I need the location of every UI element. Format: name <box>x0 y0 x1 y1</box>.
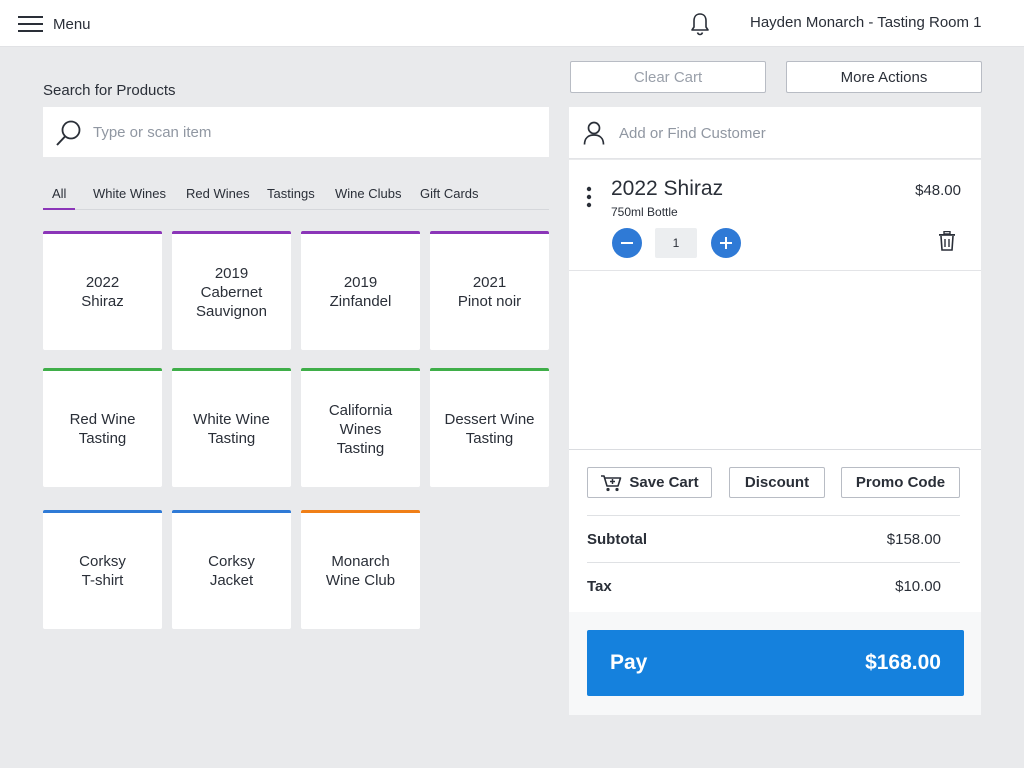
save-cart-button[interactable]: Save Cart <box>587 467 712 498</box>
bell-icon[interactable] <box>689 12 711 36</box>
tax-value: $10.00 <box>895 578 941 595</box>
decrease-quantity-button[interactable] <box>612 228 642 258</box>
increase-quantity-button[interactable] <box>711 228 741 258</box>
quantity-value[interactable]: 1 <box>655 228 697 258</box>
product-tile[interactable]: 2019 Cabernet Sauvignon <box>172 231 291 350</box>
pay-label: Pay <box>610 651 648 674</box>
customer-search <box>569 107 981 159</box>
subtotal-value: $158.00 <box>886 531 941 548</box>
product-tile[interactable]: Red Wine Tasting <box>43 368 162 487</box>
more-options-icon[interactable] <box>586 186 592 208</box>
product-tile[interactable]: Monarch Wine Club <box>301 510 420 629</box>
trash-icon[interactable] <box>938 231 956 251</box>
product-tile-label: White Wine Tasting <box>193 411 270 447</box>
plus-icon <box>720 237 732 249</box>
pay-amount: $168.00 <box>865 651 941 674</box>
product-tile[interactable]: White Wine Tasting <box>172 368 291 487</box>
product-tile-label: 2022 Shiraz <box>81 274 124 310</box>
product-tile-label: 2019 Zinfandel <box>329 274 392 310</box>
menu-label: Menu <box>53 15 91 33</box>
cart-item-name: 2022 Shiraz <box>611 177 724 200</box>
promo-code-button[interactable]: Promo Code <box>841 467 960 498</box>
hamburger-icon <box>18 16 43 32</box>
menu-button[interactable]: Menu <box>18 12 91 36</box>
category-tabs: All White Wines Red Wines Tastings Wine … <box>43 186 549 210</box>
search-icon <box>56 120 81 146</box>
product-tile-label: 2021 Pinot noir <box>457 274 522 310</box>
cart-summary: Save Cart Discount Promo Code Subtotal $… <box>569 450 981 612</box>
product-tile-label: Monarch Wine Club <box>325 553 396 589</box>
tab-wine-clubs[interactable]: Wine Clubs <box>335 186 401 210</box>
tab-all[interactable]: All <box>43 186 76 210</box>
product-tile[interactable]: 2021 Pinot noir <box>430 231 549 350</box>
cart-item: 2022 Shiraz 750ml Bottle $48.00 1 <box>569 160 981 271</box>
divider <box>587 515 960 516</box>
product-tile[interactable]: 2019 Zinfandel <box>301 231 420 350</box>
tax-label: Tax <box>587 578 612 595</box>
user-icon <box>583 121 605 145</box>
user-location-label[interactable]: Hayden Monarch - Tasting Room 1 <box>750 14 982 31</box>
minus-icon <box>621 242 633 244</box>
tab-red-wines[interactable]: Red Wines <box>186 186 250 210</box>
product-tile-label: Red Wine Tasting <box>69 411 136 447</box>
product-tile-label: Dessert Wine Tasting <box>444 411 535 447</box>
subtotal-label: Subtotal <box>587 531 647 548</box>
tab-white-wines[interactable]: White Wines <box>93 186 166 210</box>
product-tile[interactable]: Dessert Wine Tasting <box>430 368 549 487</box>
product-tile[interactable]: 2022 Shiraz <box>43 231 162 350</box>
cart-footer: Save Cart Discount Promo Code Subtotal $… <box>569 449 981 715</box>
tab-tastings[interactable]: Tastings <box>267 186 315 210</box>
more-actions-button[interactable]: More Actions <box>786 61 982 93</box>
search-box <box>43 107 549 157</box>
product-tile[interactable]: Corksy T-shirt <box>43 510 162 629</box>
product-tile-label: Corksy Jacket <box>208 553 255 589</box>
clear-cart-button[interactable]: Clear Cart <box>570 61 766 93</box>
product-tile-label: California Wines Tasting <box>328 401 393 457</box>
cart-panel: 2022 Shiraz 750ml Bottle $48.00 1 <box>569 160 981 449</box>
top-bar: Menu Hayden Monarch - Tasting Room 1 <box>0 0 1024 47</box>
product-tile-label: Corksy T-shirt <box>79 553 126 589</box>
product-tile[interactable]: Corksy Jacket <box>172 510 291 629</box>
cart-item-variant: 750ml Bottle <box>611 205 678 219</box>
pay-button[interactable]: Pay $168.00 <box>587 630 964 696</box>
product-tile-label: 2019 Cabernet Sauvignon <box>196 264 267 320</box>
tab-gift-cards[interactable]: Gift Cards <box>420 186 479 210</box>
divider <box>587 562 960 563</box>
discount-button[interactable]: Discount <box>729 467 825 498</box>
save-cart-label: Save Cart <box>629 474 699 491</box>
cart-item-price: $48.00 <box>915 182 961 199</box>
search-input[interactable] <box>93 107 533 157</box>
search-title: Search for Products <box>43 82 176 99</box>
product-tile[interactable]: California Wines Tasting <box>301 368 420 487</box>
customer-input[interactable] <box>619 107 959 159</box>
cart-icon <box>601 474 622 491</box>
